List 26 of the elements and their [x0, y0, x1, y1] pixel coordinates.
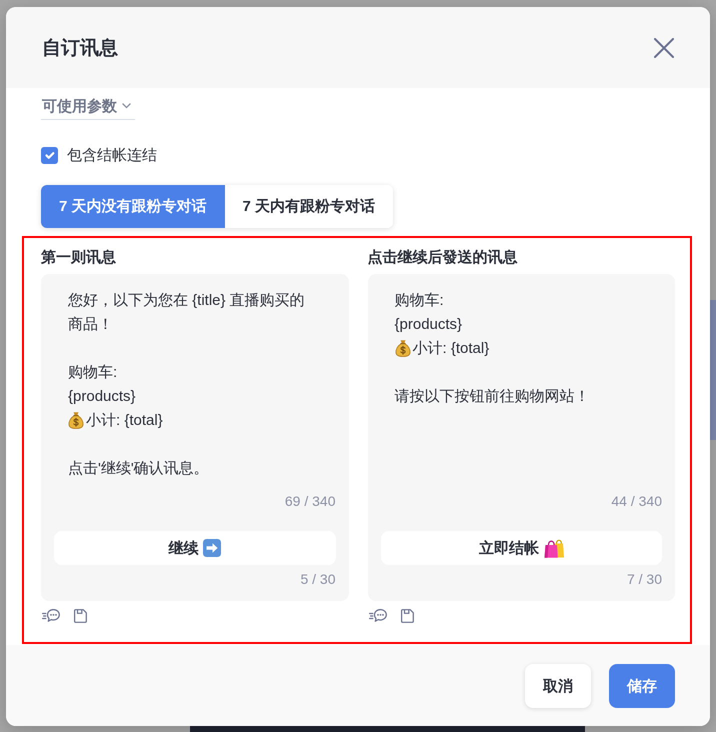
- money-bag-icon: [394, 339, 410, 357]
- speech-bubble-icon[interactable]: [368, 608, 386, 624]
- save-icon[interactable]: [74, 609, 87, 623]
- speech-bubble-icon[interactable]: [42, 608, 60, 624]
- shopping-bags-icon[interactable]: [544, 538, 564, 558]
- character-count: 7 / 30: [626, 570, 662, 589]
- money-bag-icon: [68, 411, 84, 429]
- message-button[interactable]: 继续: [54, 531, 336, 565]
- message-heading: 第一则讯息: [41, 247, 117, 267]
- message-text-field[interactable]: 您好，以下为您在 {title} 直播购买的商品！ 购物车: {products} 小计: {total} 点击'继续'确认讯息。: [54, 274, 336, 489]
- checkbox-label[interactable]: 包含结帐连结: [67, 145, 157, 165]
- parameters-dropdown[interactable]: 可使用参数: [41, 96, 135, 120]
- message-text-field[interactable]: 购物车: {products} 小计: {total} 请按以下按钮前往购物网站！: [380, 274, 662, 489]
- cancel-button[interactable]: 取消: [525, 664, 591, 708]
- character-count: 69 / 340: [284, 492, 336, 511]
- caret-icon[interactable]: [122, 103, 131, 109]
- tab[interactable]: 7 天内没有跟粉专对话: [41, 185, 225, 228]
- character-count: 44 / 340: [610, 492, 662, 511]
- character-count: 5 / 30: [299, 570, 336, 589]
- save-icon[interactable]: [400, 609, 414, 623]
- save-button[interactable]: 储存: [609, 664, 675, 708]
- checkbox[interactable]: [41, 146, 58, 164]
- dialog-title: 自订讯息: [42, 36, 118, 60]
- tab[interactable]: 7 天内有跟粉专对话: [224, 185, 394, 228]
- message-button[interactable]: 立即结帐: [380, 531, 662, 565]
- message-heading: 点击继续后發送的讯息: [368, 247, 518, 267]
